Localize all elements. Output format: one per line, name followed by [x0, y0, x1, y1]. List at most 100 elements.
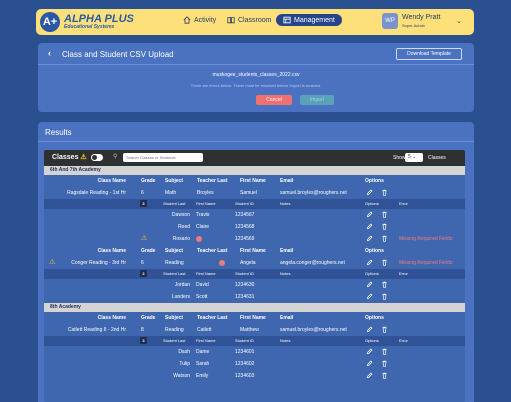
nav-activity-label: Activity: [194, 16, 217, 24]
student-first: Scott: [196, 294, 208, 300]
delete-icon[interactable]: [381, 281, 388, 288]
nav-classroom[interactable]: Classroom: [227, 16, 271, 24]
class-row[interactable]: Ragsdale Reading - 1st Hr 6 Math Broyles Sam…: [44, 187, 465, 199]
student-id: 1234603: [235, 373, 255, 379]
student-row[interactable]: Reed Claire 1234568: [44, 221, 465, 233]
download-template-button[interactable]: Download Template: [396, 48, 462, 60]
class-column-header: First Name: [240, 248, 266, 254]
student-column-header: Student ID: [235, 201, 254, 206]
student-row[interactable]: Dawson Travis 1234567: [44, 209, 465, 221]
student-last: Dash: [178, 349, 190, 355]
student-column-header: First Name: [196, 338, 216, 343]
delete-icon[interactable]: [381, 293, 388, 300]
class-class-name: Catlett Reading II - 2nd Hr: [67, 327, 126, 333]
edit-icon[interactable]: [366, 223, 373, 230]
class-column-header: First Name: [240, 178, 266, 184]
delete-icon[interactable]: [381, 211, 388, 218]
search-input[interactable]: [123, 153, 203, 162]
nav-activity[interactable]: Activity: [183, 16, 216, 24]
delete-icon[interactable]: [381, 326, 388, 333]
student-column-header: Error: [399, 271, 408, 276]
class-column-header: Email: [280, 315, 294, 321]
edit-icon[interactable]: [366, 189, 373, 196]
class-class-name: Ragsdale Reading - 1st Hr: [67, 190, 126, 196]
class-column-header: Options: [365, 315, 384, 321]
delete-icon[interactable]: [381, 372, 388, 379]
user-menu[interactable]: WP Wendy Pratt Super Admin ⌄: [382, 12, 468, 32]
edit-icon[interactable]: [366, 348, 373, 355]
book-icon: [227, 17, 235, 24]
student-error-text: Missing Required Fields: [399, 236, 453, 242]
class-row[interactable]: Catlett Reading II - 2nd Hr 8 Reading Catle…: [44, 324, 465, 336]
results-title: Results: [45, 128, 72, 137]
student-column-header: Notes: [280, 271, 291, 276]
back-arrow-icon[interactable]: ‹: [48, 48, 51, 58]
class-column-header: Options: [365, 178, 384, 184]
edit-icon[interactable]: [366, 372, 373, 379]
student-row[interactable]: Watson Emily 1234603: [44, 370, 465, 382]
delete-icon[interactable]: [381, 259, 388, 266]
edit-icon[interactable]: [366, 281, 373, 288]
class-column-header: Options: [365, 248, 384, 254]
table-icon: [283, 16, 291, 24]
class-column-header: Class Name: [97, 178, 126, 184]
student-count-badge: 3: [140, 337, 147, 344]
results-card: Results Classes ⚠ ⚲ Show 5 ⌄ Classes 6th…: [38, 122, 474, 402]
missing-field-indicator: [219, 260, 225, 266]
delete-icon[interactable]: [381, 189, 388, 196]
student-first: Emily: [196, 373, 209, 379]
nav-management[interactable]: Management: [276, 14, 342, 26]
class-header-row: Class Name Grade Subject Teacher Last First …: [44, 312, 465, 324]
errors-toggle[interactable]: [91, 154, 103, 161]
student-column-header: Options: [365, 338, 379, 343]
class-first-name: Samuel: [240, 190, 257, 196]
edit-icon[interactable]: [366, 211, 373, 218]
edit-icon[interactable]: [366, 259, 373, 266]
edit-icon[interactable]: [366, 360, 373, 367]
student-row[interactable]: Landers Scott 1234631: [44, 291, 465, 303]
search-icon: ⚲: [113, 154, 118, 160]
student-row[interactable]: Rosario 1234569 ⚠ Missing Required Fields: [44, 233, 465, 245]
class-column-header: Class Name: [97, 248, 126, 254]
classes-toolbar: Classes ⚠ ⚲ Show 5 ⌄ Classes: [44, 150, 465, 166]
user-role: Super Admin: [402, 23, 425, 28]
cancel-button[interactable]: Cancel: [256, 95, 292, 105]
student-last: Tulip: [179, 361, 190, 367]
edit-icon[interactable]: [366, 326, 373, 333]
page-title: Class and Student CSV Upload: [62, 50, 174, 59]
class-column-header: Subject: [165, 178, 184, 184]
class-row[interactable]: Conger Reading - 3rd Hr 6 Reading Angela ang…: [44, 257, 465, 269]
class-teacher-last: Broyles: [197, 190, 214, 196]
class-column-header: Subject: [165, 315, 184, 321]
academy-label: 6th And 7th Academy: [44, 166, 465, 175]
class-column-header: Email: [280, 248, 294, 254]
student-column-header: Notes: [280, 201, 291, 206]
class-email: angela.conger@roughers.net: [280, 260, 345, 266]
student-row[interactable]: Jordan David 1234630: [44, 279, 465, 291]
student-column-header: Student ID: [235, 338, 254, 343]
delete-icon[interactable]: [381, 223, 388, 230]
delete-icon[interactable]: [381, 235, 388, 242]
class-subject: Math: [165, 190, 177, 196]
upload-card: ‹ Class and Student CSV Upload Download …: [38, 43, 474, 112]
edit-icon[interactable]: [366, 235, 373, 242]
student-first: David: [196, 282, 209, 288]
student-last: Landers: [171, 294, 190, 300]
delete-icon[interactable]: [381, 360, 388, 367]
edit-icon[interactable]: [366, 293, 373, 300]
delete-icon[interactable]: [381, 348, 388, 355]
student-row[interactable]: Tulip Sarah 1234602: [44, 358, 465, 370]
student-last: Reed: [178, 224, 190, 230]
student-header-row: 2 Student Last First Name Student ID Notes Op…: [44, 269, 465, 279]
show-count-select[interactable]: 5 ⌄: [405, 153, 423, 162]
class-column-header: Teacher Last: [197, 315, 228, 321]
student-column-header: Options: [365, 201, 379, 206]
student-row[interactable]: Dash Dame 1234601: [44, 346, 465, 358]
import-button[interactable]: Import: [300, 95, 334, 105]
student-column-header: First Name: [196, 271, 216, 276]
student-column-header: First Name: [196, 201, 216, 206]
nav-management-label: Management: [294, 16, 335, 24]
chevron-down-icon[interactable]: ⌄: [456, 17, 462, 25]
show-label: Show: [393, 155, 406, 161]
student-id: 1234569: [235, 236, 255, 242]
